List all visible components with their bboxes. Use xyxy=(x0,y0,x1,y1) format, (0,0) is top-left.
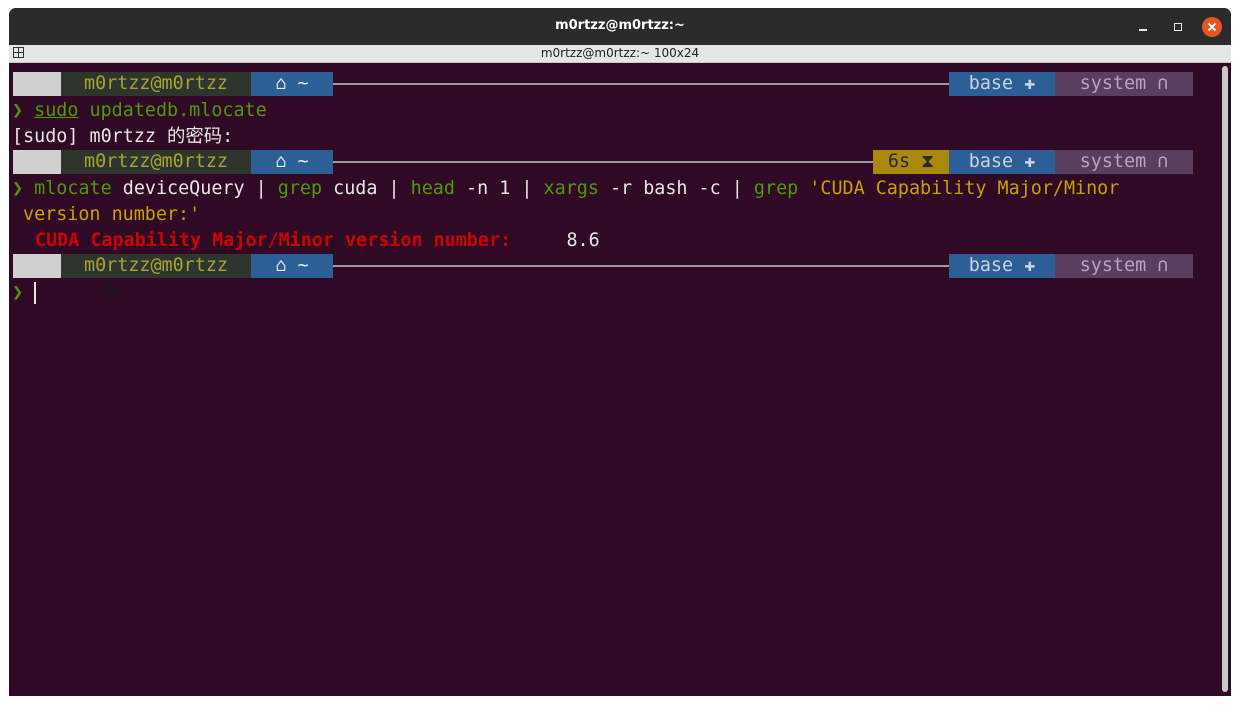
system-label: system xyxy=(1079,73,1147,94)
cmd2-token: 'CUDA Capability Major/Minor xyxy=(798,178,1120,199)
system-label: system xyxy=(1079,151,1147,172)
timer-segment: 6s ⧗ xyxy=(873,150,949,174)
cmd2-token: | xyxy=(255,178,267,199)
dir-label: ~ xyxy=(297,255,309,276)
user-host: m0rtzz@m0rtzz xyxy=(61,254,251,278)
cmd-sudo: sudo xyxy=(34,100,79,121)
timer-label: 6s xyxy=(887,151,911,172)
home-icon: ⌂ xyxy=(275,73,287,94)
tab-title: m0rtzz@m0rtzz:~ 100x24 xyxy=(540,46,700,60)
prompt-char: ❯ xyxy=(12,178,24,199)
conda-segment: base ✚ xyxy=(949,150,1055,174)
arch-icon: ∩ xyxy=(1157,73,1169,94)
dir-label: ~ xyxy=(297,151,309,172)
prompt-rule xyxy=(333,265,949,267)
cmd2-token: | xyxy=(521,178,533,199)
output-line: CUDA Capability Major/Minor version numb… xyxy=(35,228,600,254)
title-bar[interactable]: m0rtzz@m0rtzz:~ xyxy=(9,8,1231,45)
system-segment: system ∩ xyxy=(1055,72,1193,96)
system-segment: system ∩ xyxy=(1055,254,1193,278)
tab-bar: m0rtzz@m0rtzz:~ 100x24 xyxy=(9,45,1231,63)
output-label: CUDA Capability Major/Minor version numb… xyxy=(35,230,512,251)
command-line-2-wrap: version number:' xyxy=(23,204,201,225)
cmd2-token: head xyxy=(399,178,455,199)
scrollbar[interactable] xyxy=(1222,66,1228,692)
cmd2-token: grep xyxy=(266,178,323,199)
close-button[interactable] xyxy=(1202,17,1222,37)
cmd2-token: xargs xyxy=(532,178,599,199)
python-icon: ✚ xyxy=(1024,255,1036,276)
minimize-button[interactable] xyxy=(1133,17,1153,37)
cmd2-token: | xyxy=(388,178,400,199)
active-prompt-line[interactable]: ❯ xyxy=(12,280,36,306)
user-host: m0rtzz@m0rtzz xyxy=(61,150,251,174)
cmd2-token: | xyxy=(731,178,743,199)
cmd2-token: grep xyxy=(742,178,799,199)
arch-icon: ∩ xyxy=(1157,151,1169,172)
ubuntu-icon xyxy=(13,150,117,193)
cmd2-token: -r bash -c xyxy=(598,178,732,199)
command-line-1: ❯ sudo updatedb.mlocate xyxy=(12,98,267,124)
conda-env-label: base xyxy=(968,73,1014,94)
text-cursor xyxy=(34,282,36,304)
output-value: 8.6 xyxy=(566,230,600,251)
python-icon: ✚ xyxy=(1024,151,1036,172)
hourglass-icon: ⧗ xyxy=(921,151,935,172)
maximize-button[interactable] xyxy=(1168,17,1188,37)
home-icon: ⌂ xyxy=(275,255,287,276)
python-icon: ✚ xyxy=(1024,73,1036,94)
ubuntu-icon xyxy=(13,254,117,297)
prompt-rule xyxy=(333,83,949,85)
conda-segment: base ✚ xyxy=(949,254,1055,278)
sudo-password-prompt: [sudo] m0rtzz 的密码: xyxy=(12,126,234,147)
conda-segment: base ✚ xyxy=(949,72,1055,96)
prompt-char: ❯ xyxy=(12,282,24,303)
terminal-content[interactable]: m0rtzz@m0rtzz ⌂ ~ base ✚ system ∩ ❯ sudo… xyxy=(9,62,1221,696)
terminal-window: m0rtzz@m0rtzz:~ m0rtzz@m0rtzz:~ 100x24 m… xyxy=(9,8,1231,696)
prompt-char: ❯ xyxy=(12,100,24,121)
window-title: m0rtzz@m0rtzz:~ xyxy=(555,18,685,33)
dir-segment: ⌂ ~ xyxy=(251,72,333,96)
prompt-rule xyxy=(333,161,873,163)
ubuntu-icon xyxy=(13,72,117,115)
conda-env-label: base xyxy=(968,255,1014,276)
cmd2-token: -n 1 xyxy=(454,178,522,199)
cmd2-token: mlocate xyxy=(34,178,112,199)
user-host: m0rtzz@m0rtzz xyxy=(61,72,251,96)
command-line-2: ❯ mlocate deviceQuery | grep cuda | head… xyxy=(12,176,1119,202)
system-label: system xyxy=(1079,255,1147,276)
dir-segment: ⌂ ~ xyxy=(251,254,333,278)
dir-segment: ⌂ ~ xyxy=(251,150,333,174)
cmd2-tokens: mlocate deviceQuery | grep cuda | head -… xyxy=(34,178,1119,199)
cmd2-token: deviceQuery xyxy=(111,178,256,199)
cmd2-token: cuda xyxy=(322,178,389,199)
cmd-updatedb: updatedb.mlocate xyxy=(89,100,267,121)
arch-icon: ∩ xyxy=(1157,255,1169,276)
conda-env-label: base xyxy=(968,151,1014,172)
home-icon: ⌂ xyxy=(275,151,287,172)
system-segment: system ∩ xyxy=(1055,150,1193,174)
dir-label: ~ xyxy=(297,73,309,94)
